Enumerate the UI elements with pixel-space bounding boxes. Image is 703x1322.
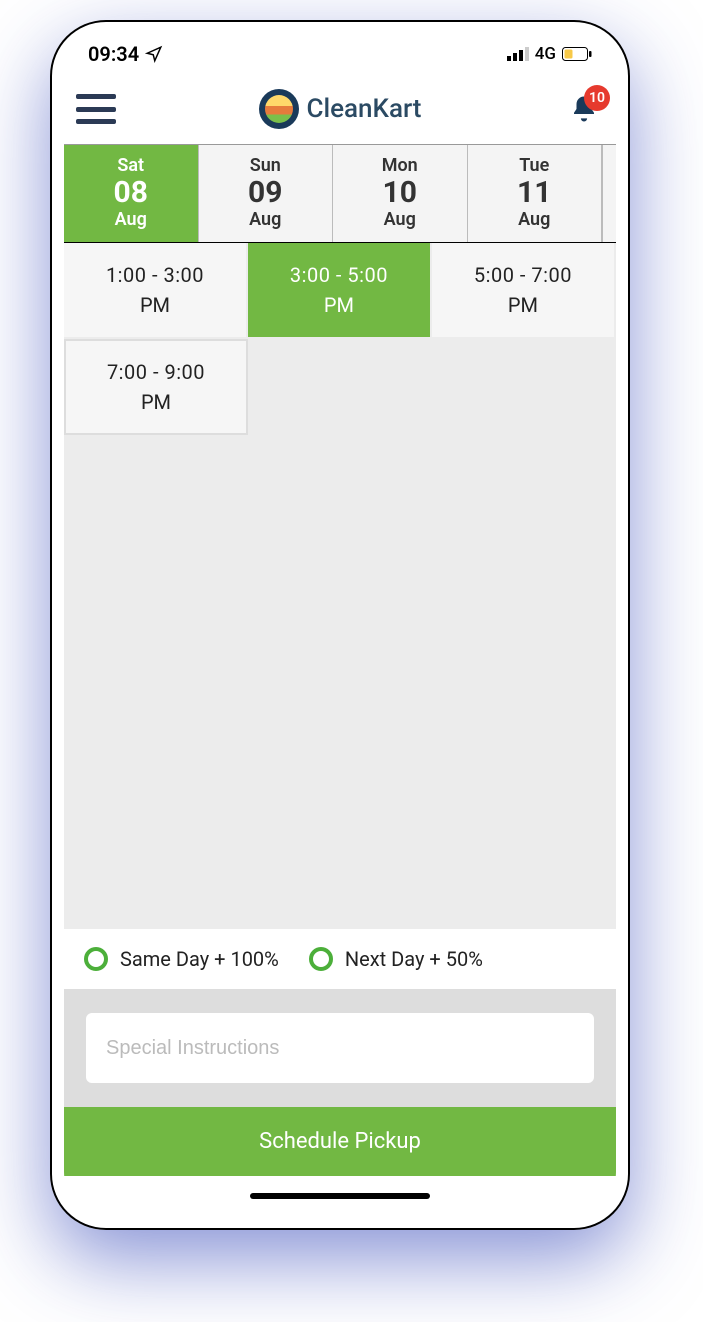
home-indicator [250,1193,430,1199]
date-tab-0[interactable]: Sat 08 Aug [64,145,199,242]
slot-range: 1:00 - 3:00 [106,263,204,287]
menu-button[interactable] [76,94,116,124]
radio-icon [309,947,333,971]
battery-icon [562,47,592,61]
delivery-options: Same Day + 100% Next Day + 50% [64,929,616,989]
time-slot-0[interactable]: 1:00 - 3:00 PM [64,243,248,339]
date-dow: Sat [64,155,198,176]
brand-logo-icon [259,89,299,129]
status-time: 09:34 [88,42,139,66]
option-next-day[interactable]: Next Day + 50% [309,947,483,971]
time-slots: 1:00 - 3:00 PM 3:00 - 5:00 PM 5:00 - 7:0… [64,243,616,929]
slot-ampm: PM [508,293,538,317]
radio-icon [84,947,108,971]
date-dow: Sun [199,155,333,176]
slot-range: 3:00 - 5:00 [290,263,388,287]
special-instructions-input[interactable] [86,1013,594,1083]
instructions-section [64,989,616,1107]
brand: CleanKart [259,89,422,129]
date-tab-peek[interactable] [602,145,616,242]
slot-ampm: PM [140,293,170,317]
time-slot-1[interactable]: 3:00 - 5:00 PM [248,243,432,339]
date-mon: Aug [64,209,198,230]
date-dow: Mon [333,155,467,176]
date-num: 11 [468,176,602,209]
notifications-button[interactable]: 10 [564,89,604,129]
notifications-badge: 10 [584,85,610,111]
date-tab-2[interactable]: Mon 10 Aug [333,145,468,242]
network-label: 4G [535,44,556,64]
screen: 09:34 4G CleanKart 10 [64,34,616,1216]
option-label: Same Day + 100% [120,947,279,971]
option-same-day[interactable]: Same Day + 100% [84,947,279,971]
device-frame: 09:34 4G CleanKart 10 [50,20,630,1230]
date-mon: Aug [468,209,602,230]
slot-ampm: PM [324,293,354,317]
location-icon [145,45,163,63]
date-tab-3[interactable]: Tue 11 Aug [468,145,603,242]
status-right: 4G [507,44,592,64]
date-num: 10 [333,176,467,209]
status-left: 09:34 [88,42,163,66]
home-indicator-area [64,1176,616,1216]
date-mon: Aug [199,209,333,230]
app-header: CleanKart 10 [64,74,616,144]
slot-range: 5:00 - 7:00 [474,263,572,287]
date-tabs: Sat 08 Aug Sun 09 Aug Mon 10 Aug Tue 11 … [64,144,616,243]
date-tab-1[interactable]: Sun 09 Aug [199,145,334,242]
slot-ampm: PM [141,390,171,414]
schedule-pickup-button[interactable]: Schedule Pickup [64,1107,616,1176]
option-label: Next Day + 50% [345,947,483,971]
date-mon: Aug [333,209,467,230]
date-num: 09 [199,176,333,209]
time-slot-3[interactable]: 7:00 - 9:00 PM [64,339,248,435]
date-dow: Tue [468,155,602,176]
slot-range: 7:00 - 9:00 [107,360,205,384]
time-slot-2[interactable]: 5:00 - 7:00 PM [432,243,616,339]
cta-label: Schedule Pickup [259,1129,421,1154]
date-num: 08 [64,176,198,209]
brand-name: CleanKart [307,94,422,124]
signal-icon [507,47,529,61]
status-bar: 09:34 4G [64,34,616,74]
